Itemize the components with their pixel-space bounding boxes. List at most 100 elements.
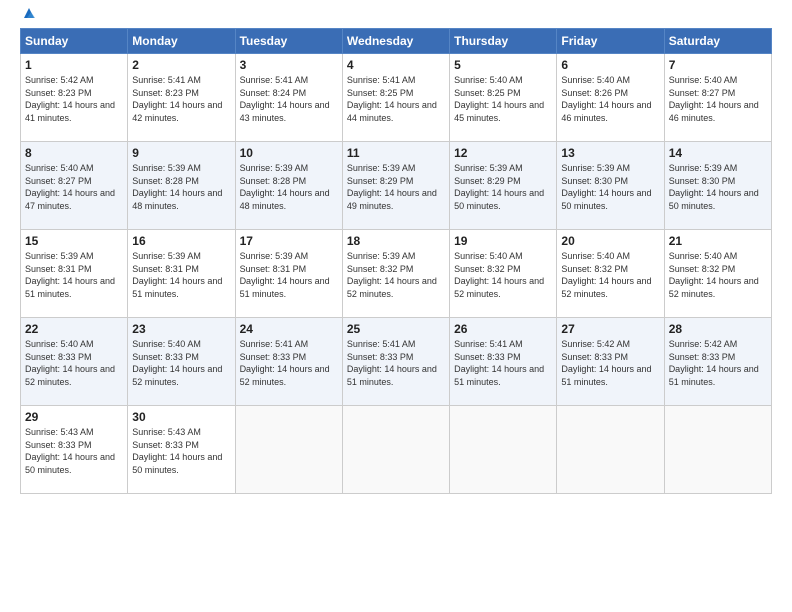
calendar: Sunday Monday Tuesday Wednesday Thursday… — [20, 28, 772, 494]
day-number: 4 — [347, 58, 445, 72]
table-row: 26 Sunrise: 5:41 AMSunset: 8:33 PMDayligh… — [450, 318, 557, 406]
day-info: Sunrise: 5:43 AMSunset: 8:33 PMDaylight:… — [25, 427, 115, 475]
day-info: Sunrise: 5:42 AMSunset: 8:23 PMDaylight:… — [25, 75, 115, 123]
table-row: 29 Sunrise: 5:43 AMSunset: 8:33 PMDayligh… — [21, 406, 128, 494]
day-info: Sunrise: 5:40 AMSunset: 8:32 PMDaylight:… — [561, 251, 651, 299]
day-info: Sunrise: 5:39 AMSunset: 8:28 PMDaylight:… — [240, 163, 330, 211]
day-number: 13 — [561, 146, 659, 160]
table-row: 15 Sunrise: 5:39 AMSunset: 8:31 PMDayligh… — [21, 230, 128, 318]
day-number: 9 — [132, 146, 230, 160]
day-info: Sunrise: 5:42 AMSunset: 8:33 PMDaylight:… — [669, 339, 759, 387]
table-row: 3 Sunrise: 5:41 AMSunset: 8:24 PMDaylight… — [235, 54, 342, 142]
table-row: 30Sunrise: 5:43 AMSunset: 8:33 PMDayligh… — [128, 406, 235, 494]
col-monday: Monday — [128, 29, 235, 54]
day-number: 7 — [669, 58, 767, 72]
table-row: 13Sunrise: 5:39 AMSunset: 8:30 PMDayligh… — [557, 142, 664, 230]
header-row: Sunday Monday Tuesday Wednesday Thursday… — [21, 29, 772, 54]
table-row — [557, 406, 664, 494]
day-number: 16 — [132, 234, 230, 248]
day-info: Sunrise: 5:39 AMSunset: 8:28 PMDaylight:… — [132, 163, 222, 211]
logo — [20, 16, 36, 20]
day-info: Sunrise: 5:39 AMSunset: 8:29 PMDaylight:… — [347, 163, 437, 211]
table-row: 10 Sunrise: 5:39 AMSunset: 8:28 PMDayligh… — [235, 142, 342, 230]
table-row: 7 Sunrise: 5:40 AMSunset: 8:27 PMDaylight… — [664, 54, 771, 142]
day-info: Sunrise: 5:40 AMSunset: 8:27 PMDaylight:… — [25, 163, 115, 211]
day-info: Sunrise: 5:40 AMSunset: 8:32 PMDaylight:… — [669, 251, 759, 299]
table-row: 14 Sunrise: 5:39 AMSunset: 8:30 PMDayligh… — [664, 142, 771, 230]
table-row: 9 Sunrise: 5:39 AMSunset: 8:28 PMDaylight… — [128, 142, 235, 230]
day-number: 15 — [25, 234, 123, 248]
day-info: Sunrise: 5:40 AMSunset: 8:33 PMDaylight:… — [25, 339, 115, 387]
table-row: 2Sunrise: 5:41 AMSunset: 8:23 PMDaylight… — [128, 54, 235, 142]
day-number: 24 — [240, 322, 338, 336]
day-number: 29 — [25, 410, 123, 424]
day-info: Sunrise: 5:40 AMSunset: 8:27 PMDaylight:… — [669, 75, 759, 123]
day-number: 1 — [25, 58, 123, 72]
table-row: 20 Sunrise: 5:40 AMSunset: 8:32 PMDayligh… — [557, 230, 664, 318]
day-number: 20 — [561, 234, 659, 248]
day-info: Sunrise: 5:39 AMSunset: 8:30 PMDaylight:… — [669, 163, 759, 211]
day-number: 2 — [132, 58, 230, 72]
table-row — [450, 406, 557, 494]
day-number: 6 — [561, 58, 659, 72]
day-info: Sunrise: 5:41 AMSunset: 8:24 PMDaylight:… — [240, 75, 330, 123]
table-row: 22 Sunrise: 5:40 AMSunset: 8:33 PMDayligh… — [21, 318, 128, 406]
day-info: Sunrise: 5:40 AMSunset: 8:26 PMDaylight:… — [561, 75, 651, 123]
table-row: 17 Sunrise: 5:39 AMSunset: 8:31 PMDayligh… — [235, 230, 342, 318]
table-row: 12 Sunrise: 5:39 AMSunset: 8:29 PMDayligh… — [450, 142, 557, 230]
table-row: 28 Sunrise: 5:42 AMSunset: 8:33 PMDayligh… — [664, 318, 771, 406]
table-row — [342, 406, 449, 494]
day-number: 30 — [132, 410, 230, 424]
table-row: 6 Sunrise: 5:40 AMSunset: 8:26 PMDaylight… — [557, 54, 664, 142]
day-info: Sunrise: 5:40 AMSunset: 8:32 PMDaylight:… — [454, 251, 544, 299]
table-row — [235, 406, 342, 494]
day-info: Sunrise: 5:41 AMSunset: 8:25 PMDaylight:… — [347, 75, 437, 123]
day-number: 17 — [240, 234, 338, 248]
day-number: 27 — [561, 322, 659, 336]
day-info: Sunrise: 5:40 AMSunset: 8:25 PMDaylight:… — [454, 75, 544, 123]
day-number: 14 — [669, 146, 767, 160]
col-thursday: Thursday — [450, 29, 557, 54]
day-number: 12 — [454, 146, 552, 160]
calendar-body: 1 Sunrise: 5:42 AMSunset: 8:23 PMDaylight… — [21, 54, 772, 494]
col-wednesday: Wednesday — [342, 29, 449, 54]
table-row: 19 Sunrise: 5:40 AMSunset: 8:32 PMDayligh… — [450, 230, 557, 318]
col-saturday: Saturday — [664, 29, 771, 54]
table-row: 16 Sunrise: 5:39 AMSunset: 8:31 PMDayligh… — [128, 230, 235, 318]
day-number: 8 — [25, 146, 123, 160]
day-info: Sunrise: 5:41 AMSunset: 8:33 PMDaylight:… — [347, 339, 437, 387]
calendar-header: Sunday Monday Tuesday Wednesday Thursday… — [21, 29, 772, 54]
table-row: 23 Sunrise: 5:40 AMSunset: 8:33 PMDayligh… — [128, 318, 235, 406]
col-friday: Friday — [557, 29, 664, 54]
day-info: Sunrise: 5:41 AMSunset: 8:33 PMDaylight:… — [454, 339, 544, 387]
day-number: 28 — [669, 322, 767, 336]
day-number: 19 — [454, 234, 552, 248]
day-info: Sunrise: 5:41 AMSunset: 8:33 PMDaylight:… — [240, 339, 330, 387]
day-number: 26 — [454, 322, 552, 336]
col-tuesday: Tuesday — [235, 29, 342, 54]
day-info: Sunrise: 5:39 AMSunset: 8:31 PMDaylight:… — [25, 251, 115, 299]
day-number: 10 — [240, 146, 338, 160]
day-number: 23 — [132, 322, 230, 336]
col-sunday: Sunday — [21, 29, 128, 54]
day-info: Sunrise: 5:42 AMSunset: 8:33 PMDaylight:… — [561, 339, 651, 387]
table-row: 4 Sunrise: 5:41 AMSunset: 8:25 PMDaylight… — [342, 54, 449, 142]
day-info: Sunrise: 5:39 AMSunset: 8:32 PMDaylight:… — [347, 251, 437, 299]
day-number: 25 — [347, 322, 445, 336]
day-number: 22 — [25, 322, 123, 336]
table-row: 8 Sunrise: 5:40 AMSunset: 8:27 PMDaylight… — [21, 142, 128, 230]
day-info: Sunrise: 5:39 AMSunset: 8:31 PMDaylight:… — [132, 251, 222, 299]
day-number: 5 — [454, 58, 552, 72]
day-info: Sunrise: 5:40 AMSunset: 8:33 PMDaylight:… — [132, 339, 222, 387]
table-row: 27 Sunrise: 5:42 AMSunset: 8:33 PMDayligh… — [557, 318, 664, 406]
day-info: Sunrise: 5:39 AMSunset: 8:31 PMDaylight:… — [240, 251, 330, 299]
table-row: 24 Sunrise: 5:41 AMSunset: 8:33 PMDayligh… — [235, 318, 342, 406]
page: Sunday Monday Tuesday Wednesday Thursday… — [0, 0, 792, 612]
table-row — [664, 406, 771, 494]
day-number: 3 — [240, 58, 338, 72]
table-row: 11Sunrise: 5:39 AMSunset: 8:29 PMDayligh… — [342, 142, 449, 230]
day-info: Sunrise: 5:39 AMSunset: 8:29 PMDaylight:… — [454, 163, 544, 211]
table-row: 5 Sunrise: 5:40 AMSunset: 8:25 PMDaylight… — [450, 54, 557, 142]
logo-icon — [22, 6, 36, 20]
header — [20, 16, 772, 20]
